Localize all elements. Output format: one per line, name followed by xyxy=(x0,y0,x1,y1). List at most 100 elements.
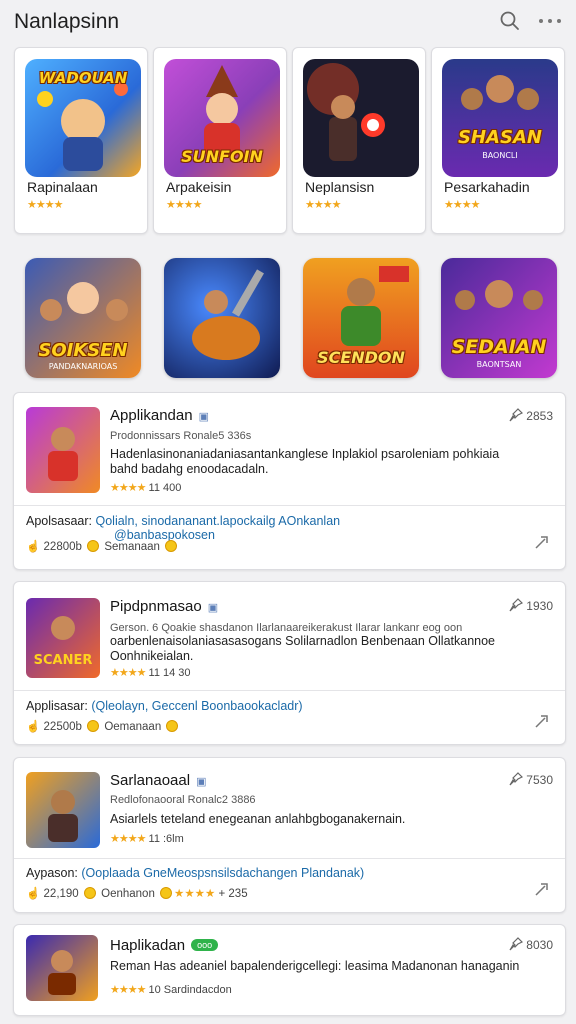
footer-row: ☝ 22500b Oemanaan xyxy=(26,719,180,733)
more-horizontal-icon[interactable] xyxy=(536,9,564,33)
featured-tile-4[interactable]: SHASAN BAONCLI Pesarkahadin ★★★★ xyxy=(431,47,565,234)
thumbs-up-icon[interactable]: ☝ xyxy=(26,541,40,553)
coin-icon xyxy=(83,887,96,899)
link-row: Apolsasaar: Qolialn, sinodananant.lapock… xyxy=(26,514,340,542)
verified-icon: ▣ xyxy=(196,776,207,788)
star-rating: ★★★★ xyxy=(110,833,146,845)
rating-count: 11 400 xyxy=(148,482,182,494)
status-badge: ooo xyxy=(191,939,219,951)
thumbs-up-icon[interactable]: ☝ xyxy=(26,888,40,900)
footer-extra: + 235 xyxy=(218,888,248,900)
share-icon[interactable] xyxy=(533,712,551,730)
link-row: Aypason: (Ooplaada GneMeospsnsilsdachang… xyxy=(26,866,364,880)
app-icon xyxy=(26,935,98,1001)
pin-count: 2853 xyxy=(526,409,553,423)
rating-count: 11 :6lm xyxy=(148,833,184,845)
pin-count: 7530 xyxy=(526,773,553,787)
art-title: WADOUAN xyxy=(38,69,128,87)
pin-icon xyxy=(509,772,524,786)
art-title: SHASAN xyxy=(458,127,542,148)
coin-icon xyxy=(166,720,179,732)
tile-name: Neplansisn xyxy=(305,179,375,195)
coin-icon xyxy=(87,720,100,732)
link-label: Applisasar: xyxy=(26,699,88,713)
item-name-text: Haplikadan xyxy=(110,937,186,954)
app-icon xyxy=(26,407,100,493)
list-item[interactable]: SCANER Pipdpnmasao ▣ Gerson. 6 Qoakie sha… xyxy=(13,581,566,745)
game-art-image: SHASAN BAONCLI xyxy=(442,59,558,177)
star-rating: ★★★★ xyxy=(110,667,146,679)
game-art-tile[interactable]: SCENDON xyxy=(303,258,419,378)
search-icon[interactable] xyxy=(498,9,522,33)
art-subtitle: PANDAKNARIOAS xyxy=(48,362,118,371)
svg-text:SCANER: SCANER xyxy=(34,653,93,668)
app-icon: SCANER xyxy=(26,598,100,678)
tile-name: Arpakeisin xyxy=(166,179,232,195)
rating-count: 10 Sardindacdon xyxy=(148,984,232,996)
share-icon[interactable] xyxy=(533,880,551,898)
rating-count: 11 14 30 xyxy=(148,667,191,679)
item-meta: Gerson. 6 Qoakie shasdanon Ilarlanaareik… xyxy=(110,622,463,634)
footer-label: Oenhanon xyxy=(101,888,155,900)
thumbs-up-icon[interactable]: ☝ xyxy=(26,721,40,733)
like-count: 22500b xyxy=(43,721,82,733)
verified-icon: ▣ xyxy=(198,411,209,423)
pin-count: 8030 xyxy=(526,938,553,952)
item-rating: ★★★★ 11 :6lm xyxy=(110,832,184,845)
like-count: 22800b xyxy=(43,541,82,553)
pin-icon xyxy=(509,937,524,951)
divider xyxy=(14,690,565,691)
pin-button[interactable]: 2853 xyxy=(509,408,553,423)
art-title: SCENDON xyxy=(317,348,405,367)
tile-name: Rapinalaan xyxy=(27,179,98,195)
pin-button[interactable]: 1930 xyxy=(509,598,553,613)
game-art-tile[interactable] xyxy=(164,258,280,378)
pin-button[interactable]: 7530 xyxy=(509,772,553,787)
item-name: Sarlanaoaal ▣ xyxy=(110,772,206,789)
featured-tile-3[interactable]: Neplansisn ★★★★ xyxy=(292,47,426,234)
game-art-tile[interactable]: SEDAIAN BAONTSAN xyxy=(441,258,557,378)
item-meta: Redlofonaooral Ronalc2 3886 xyxy=(110,794,256,806)
divider xyxy=(14,858,565,859)
art-title: SOIKSEN xyxy=(38,340,128,361)
item-name: Pipdpnmasao ▣ xyxy=(110,598,218,615)
pin-count: 1930 xyxy=(526,599,553,613)
share-icon[interactable] xyxy=(533,533,551,551)
list-item[interactable]: Sarlanaoaal ▣ Redlofonaooral Ronalc2 3886… xyxy=(13,757,566,913)
featured-tile-1[interactable]: WADOUAN Rapinalaan ★★★★ xyxy=(14,47,148,234)
star-rating: ★★★★ xyxy=(110,984,146,996)
app-header: Nanlapsinn xyxy=(0,0,576,42)
divider xyxy=(14,505,565,506)
pin-button[interactable]: 8030 xyxy=(509,937,553,952)
list-item[interactable]: Haplikadan ooo Reman Has adeaniel bapalen… xyxy=(13,924,566,1016)
item-name: Applikandan ▣ xyxy=(110,407,209,424)
coin-icon xyxy=(160,887,173,899)
link-row: Applisasar: (Qleolayn, Geccenl Boonbaook… xyxy=(26,699,303,713)
item-description: Hadenlasinonaniadaniasantankanglese Inpl… xyxy=(110,447,500,476)
footer-row: ☝ 22800b Semanaan xyxy=(26,539,179,553)
item-name-text: Pipdpnmasao xyxy=(110,598,202,615)
item-name-text: Sarlanaoaal xyxy=(110,772,191,789)
footer-label: Oemanaan xyxy=(104,721,162,733)
pin-icon xyxy=(509,408,524,422)
link-label: Aypason: xyxy=(26,866,78,880)
featured-tile-2[interactable]: SUNFOIN Arpakeisin ★★★★ xyxy=(153,47,287,234)
verified-icon: ▣ xyxy=(207,602,219,614)
item-rating: ★★★★ 10 Sardindacdon xyxy=(110,983,232,996)
link[interactable]: Qolialn, sinodananant.lapockailg AOnkanl… xyxy=(96,514,341,528)
item-rating: ★★★★ 11 14 30 xyxy=(110,666,191,679)
tile-name: Pesarkahadin xyxy=(444,179,530,195)
game-art-tile[interactable]: SOIKSEN PANDAKNARIOAS xyxy=(25,258,141,378)
star-rating: ★★★★ xyxy=(166,199,202,211)
app-title: Nanlapsinn xyxy=(14,10,120,33)
star-rating: ★★★★ xyxy=(444,199,480,211)
item-description: oarbenlenaisolaniasasasogans Solilarnadl… xyxy=(110,634,496,663)
star-rating: ★★★★ xyxy=(305,199,341,211)
coin-icon xyxy=(87,540,100,552)
item-rating: ★★★★ 11 400 xyxy=(110,481,181,494)
star-rating: ★★★★ xyxy=(174,888,216,900)
link[interactable]: (Ooplaada GneMeospsnsilsdachangen Planda… xyxy=(81,866,364,880)
item-description: Reman Has adeaniel bapalenderigcellegi: … xyxy=(110,959,520,973)
list-item[interactable]: Applikandan ▣ Prodonnissars Ronale5 336s … xyxy=(13,392,566,570)
link[interactable]: (Qleolayn, Geccenl Boonbaookacladr) xyxy=(91,699,302,713)
